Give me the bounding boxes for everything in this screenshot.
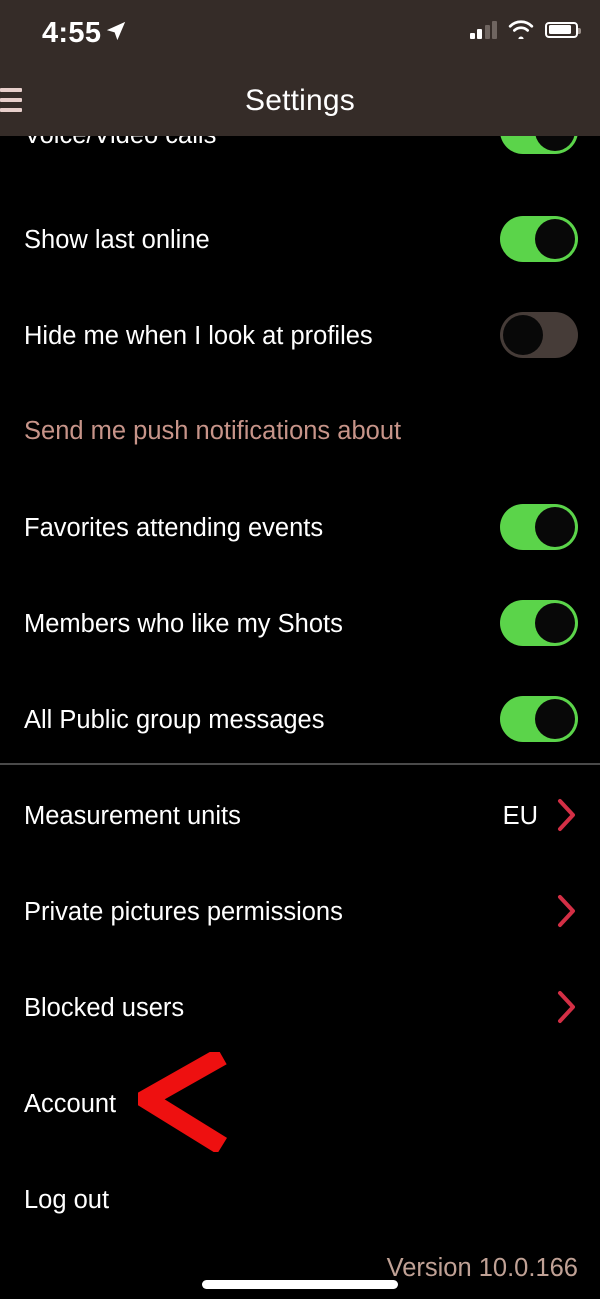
setting-row-hide-me-profiles[interactable]: Hide me when I look at profiles [0, 310, 600, 362]
setting-row-account[interactable]: Account [0, 1078, 600, 1130]
version-label: Version 10.0.166 [386, 1254, 578, 1282]
toggle-show-last-online[interactable] [500, 216, 578, 262]
row-label: All Public group messages [24, 706, 325, 734]
page-title: Settings [245, 84, 355, 117]
setting-row-members-like-shots[interactable]: Members who like my Shots [0, 598, 600, 650]
setting-row-favorites-attending-events[interactable]: Favorites attending events [0, 502, 600, 554]
phone-screen: 4:55 Settings Show last online Hide me w… [0, 0, 600, 1299]
row-label: Measurement units [24, 802, 241, 830]
row-label: Private pictures permissions [24, 898, 343, 926]
row-value-measurement-units: EU [502, 802, 538, 830]
toggle-hide-me-profiles[interactable] [500, 312, 578, 358]
settings-list[interactable]: Voice/Video calls Show last online Hide … [0, 108, 600, 1299]
setting-row-blocked-users[interactable]: Blocked users [0, 982, 600, 1034]
cellular-signal-icon [469, 20, 497, 39]
section-header-push-notifications: Send me push notifications about [24, 417, 402, 445]
section-divider [0, 763, 600, 765]
battery-icon [545, 21, 581, 38]
row-label: Hide me when I look at profiles [24, 322, 373, 350]
home-indicator [202, 1280, 398, 1289]
wifi-icon [508, 20, 534, 39]
setting-row-log-out[interactable]: Log out [0, 1174, 600, 1226]
status-indicators [469, 20, 581, 39]
row-label: Account [24, 1090, 117, 1118]
row-label: Log out [24, 1186, 110, 1214]
location-arrow-icon [106, 21, 126, 41]
toggle-public-group-messages[interactable] [500, 696, 578, 742]
status-bar: 4:55 [0, 0, 600, 68]
chevron-right-icon[interactable] [556, 894, 578, 928]
toggle-favorites-attending-events[interactable] [500, 504, 578, 550]
setting-row-show-last-online[interactable]: Show last online [0, 214, 600, 266]
navigation-bar: Settings [0, 68, 600, 136]
row-label: Favorites attending events [24, 514, 324, 542]
toggle-members-like-shots[interactable] [500, 600, 578, 646]
setting-row-public-group-messages[interactable]: All Public group messages [0, 694, 600, 746]
setting-row-private-pictures-permissions[interactable]: Private pictures permissions [0, 886, 600, 938]
row-label: Members who like my Shots [24, 610, 343, 638]
row-label: Blocked users [24, 994, 185, 1022]
chevron-right-icon[interactable] [556, 798, 578, 832]
setting-row-measurement-units[interactable]: Measurement units EU [0, 790, 600, 842]
chevron-right-icon[interactable] [556, 990, 578, 1024]
status-time: 4:55 [42, 17, 102, 49]
row-label: Show last online [24, 226, 210, 254]
